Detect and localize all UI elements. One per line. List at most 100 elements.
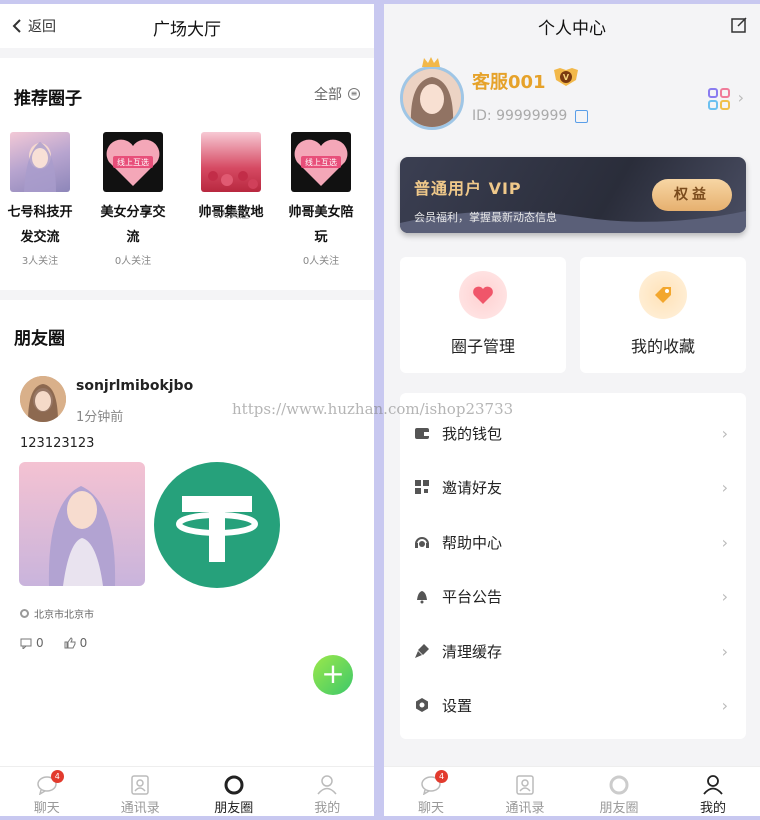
moments-icon	[224, 775, 244, 795]
profile-id: ID: 99999999	[472, 108, 589, 124]
comment-button[interactable]: 0	[20, 636, 54, 650]
qrcode-icon[interactable]	[708, 88, 730, 110]
top-bar: 个人中心	[384, 4, 760, 48]
circle-thumbnail	[10, 132, 70, 192]
post-location: 北京市北京市	[20, 606, 94, 621]
tab-contacts[interactable]: 通讯录	[94, 767, 188, 816]
circle-card[interactable]: 帅哥集散地 0人关注	[191, 132, 271, 221]
chevron-right-icon: ›	[721, 532, 728, 552]
section-title: 朋友圈	[14, 329, 65, 349]
profile-icon	[703, 775, 723, 795]
anime-girl-image	[24, 142, 56, 192]
thumbs-up-icon	[64, 637, 76, 649]
circle-card[interactable]: 七号科技开 发交流 3人关注	[0, 132, 80, 267]
profile-name: 客服001	[472, 72, 546, 93]
heart-icon	[459, 271, 507, 319]
post-image[interactable]	[19, 462, 145, 586]
contacts-icon	[131, 775, 149, 795]
heart-banner-image: 线上互选	[106, 139, 160, 186]
follow-count: 3人关注	[21, 256, 59, 267]
chevron-right-icon: ›	[721, 477, 728, 497]
unread-badge: 4	[435, 770, 448, 783]
add-post-button[interactable]: +	[313, 655, 353, 695]
tab-contacts[interactable]: 通讯录	[478, 767, 572, 816]
vip-subtitle: 会员福利，掌握最新动态信息	[414, 211, 557, 224]
chevron-right-icon: ›	[721, 586, 728, 606]
comment-icon	[20, 638, 32, 649]
edit-id-icon[interactable]	[575, 109, 589, 123]
post-username[interactable]: sonjrlmibokjbo	[76, 378, 193, 394]
bottom-tab-bar: 4 聊天 通讯录 朋友圈 我的	[0, 766, 374, 816]
top-bar: 返回 广场大厅	[0, 4, 374, 48]
wallet-icon	[415, 428, 429, 439]
chevron-right-icon: ›	[721, 423, 728, 443]
post-text: 123123123	[20, 436, 95, 451]
qrcode-icon	[415, 480, 429, 494]
post-time: 1分钟前	[76, 410, 124, 425]
circle-management-card[interactable]: 圈子管理	[400, 257, 566, 373]
tab-profile[interactable]: 我的	[666, 767, 760, 816]
thumb-text: 线上互选	[117, 157, 149, 167]
like-button[interactable]: 0	[64, 636, 98, 650]
tab-moments[interactable]: 朋友圈	[572, 767, 666, 816]
thumb-text: 线上互选	[305, 157, 337, 167]
vip-level-badge-icon: V	[554, 68, 578, 86]
circle-thumbnail: 线上互选	[103, 132, 163, 192]
quick-label: 圈子管理	[450, 337, 515, 356]
all-circles-link[interactable]: 全部 ≡	[314, 84, 360, 104]
circle-name: 美女分享交流	[100, 205, 166, 245]
tag-icon	[639, 271, 687, 319]
vip-card[interactable]: 普通用户 VIP 会员福利，掌握最新动态信息 权益	[400, 157, 746, 233]
contacts-icon	[516, 775, 534, 795]
crown-icon	[422, 57, 440, 67]
avatar[interactable]	[20, 376, 66, 422]
circle-name: 帅哥美女陪玩	[288, 205, 354, 245]
follow-count: 0人关注	[114, 256, 152, 267]
avatar[interactable]	[400, 66, 464, 130]
follow-count: 0人关注	[302, 256, 340, 267]
moments-icon	[609, 775, 629, 795]
vip-title: 普通用户 VIP	[414, 179, 522, 198]
menu-item-clear-cache[interactable]: 清理缓存 ›	[400, 624, 746, 678]
tether-logo-image[interactable]	[154, 462, 280, 588]
chevron-right-icon: ›	[721, 641, 728, 661]
settings-menu: 我的钱包 › 邀请好友 › 帮助中心 › 平台公告 › 清理缓存 › 设置 ›	[400, 393, 746, 739]
menu-item-invite[interactable]: 邀请好友 ›	[400, 460, 746, 514]
circle-card[interactable]: 线上互选 帅哥美女陪玩 0人关注	[281, 132, 361, 267]
recommended-circles-section: 推荐圈子 全部 ≡ 七号科技开 发交流 3人关注 线上互选 美女分享交流 0人关注…	[0, 58, 374, 290]
plus-icon: +	[321, 657, 345, 690]
bottom-tab-bar: 4 聊天 通讯录 朋友圈 我的	[384, 766, 760, 816]
unread-badge: 4	[50, 770, 64, 783]
circle-thumbnail	[201, 132, 261, 192]
page-title: 个人中心	[538, 19, 606, 39]
page-title: 广场大厅	[153, 20, 221, 40]
quick-label: 我的收藏	[630, 337, 695, 356]
section-title: 推荐圈子	[14, 89, 82, 109]
headset-icon	[415, 537, 429, 548]
menu-circle-icon: ≡	[348, 88, 360, 100]
profile-icon	[317, 775, 337, 795]
menu-item-help[interactable]: 帮助中心 ›	[400, 515, 746, 569]
circle-thumbnail: 线上互选	[291, 132, 351, 192]
chevron-right-icon: ›	[737, 88, 744, 107]
all-label: 全部	[314, 87, 342, 103]
tab-moments[interactable]: 朋友圈	[187, 767, 281, 816]
heart-banner-image: 线上互选	[294, 139, 348, 186]
benefits-button[interactable]: 权益	[652, 179, 732, 211]
tab-chat[interactable]: 4 聊天	[384, 767, 478, 816]
settings-icon	[416, 698, 428, 712]
flowers-image	[208, 171, 258, 189]
post-actions: 0 0	[20, 636, 107, 650]
moments-section: 朋友圈 sonjrlmibokjbo 1分钟前 123123123 北京市北京市…	[0, 300, 374, 770]
menu-item-announcements[interactable]: 平台公告 ›	[400, 569, 746, 623]
tab-profile[interactable]: 我的	[281, 767, 375, 816]
menu-item-settings[interactable]: 设置 ›	[400, 678, 746, 732]
broom-icon	[415, 644, 429, 658]
watermark-text: https://www.huzhan.com/ishop23733	[232, 400, 514, 418]
circle-card[interactable]: 线上互选 美女分享交流 0人关注	[93, 132, 173, 267]
edit-icon[interactable]	[730, 16, 748, 34]
my-favorites-card[interactable]: 我的收藏	[580, 257, 746, 373]
circle-name: 七号科技开 发交流	[7, 205, 73, 245]
chevron-right-icon: ›	[721, 695, 728, 715]
tab-chat[interactable]: 4 聊天	[0, 767, 94, 816]
